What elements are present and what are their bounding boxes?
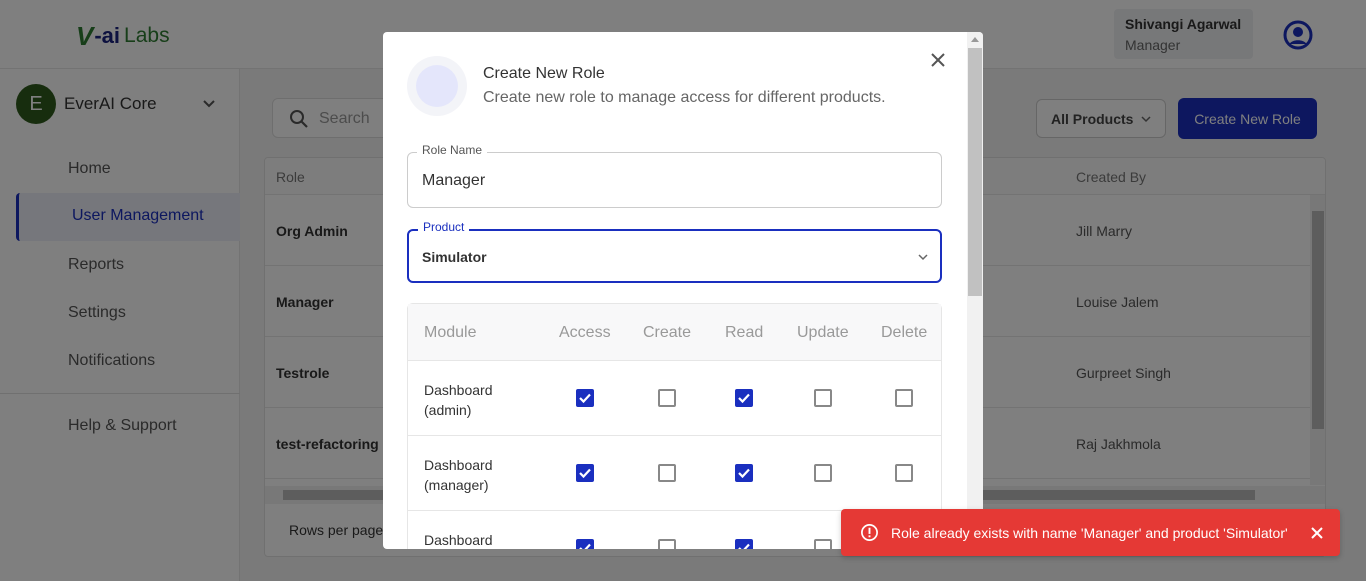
delete-checkbox[interactable] [895, 389, 913, 407]
close-icon[interactable] [929, 51, 947, 69]
role-name-label: Role Name [417, 143, 488, 157]
delete-checkbox[interactable] [895, 464, 913, 482]
header-delete: Delete [881, 324, 928, 341]
role-name-field[interactable]: Role Name Manager [407, 143, 942, 208]
module-name: Dashboard (admin) [424, 382, 493, 418]
error-toast: Role already exists with name 'Manager' … [841, 509, 1340, 556]
close-icon[interactable] [1311, 527, 1323, 539]
create-checkbox[interactable] [658, 539, 676, 549]
chevron-down-icon [918, 254, 928, 261]
permission-row: Dashboard (manager) [408, 436, 941, 511]
read-checkbox[interactable] [735, 464, 753, 482]
module-name: Dashboard [424, 532, 493, 548]
read-checkbox[interactable] [735, 539, 753, 549]
access-checkbox[interactable] [576, 539, 594, 549]
permissions-header: Module Access Create Read Update Delete [408, 304, 941, 361]
update-checkbox[interactable] [814, 464, 832, 482]
product-select[interactable]: Product Simulator [407, 220, 942, 283]
create-checkbox[interactable] [658, 389, 676, 407]
role-name-value: Manager [422, 172, 486, 189]
create-role-modal: Create New Role Create new role to manag… [383, 32, 983, 549]
header-read: Read [725, 324, 764, 341]
product-value: Simulator [422, 249, 487, 265]
header-access: Access [559, 324, 611, 341]
read-checkbox[interactable] [735, 389, 753, 407]
create-checkbox[interactable] [658, 464, 676, 482]
product-label: Product [418, 220, 470, 234]
access-checkbox[interactable] [576, 389, 594, 407]
update-checkbox[interactable] [814, 539, 832, 549]
scrollbar-thumb[interactable] [968, 48, 982, 296]
toast-message: Role already exists with name 'Manager' … [891, 525, 1288, 541]
scroll-up-arrow[interactable] [971, 37, 979, 42]
update-checkbox[interactable] [814, 389, 832, 407]
error-icon [861, 524, 878, 541]
modal-title: Create New Role [483, 65, 605, 82]
modal-subtitle: Create new role to manage access for dif… [483, 89, 886, 106]
header-update: Update [797, 324, 849, 341]
modal-header-icon [407, 56, 467, 116]
permission-row: Dashboard (admin) [408, 361, 941, 436]
header-create: Create [643, 324, 692, 341]
header-module: Module [424, 324, 477, 341]
modal-scrollbar[interactable] [967, 32, 983, 549]
module-name: Dashboard (manager) [424, 457, 493, 493]
access-checkbox[interactable] [576, 464, 594, 482]
